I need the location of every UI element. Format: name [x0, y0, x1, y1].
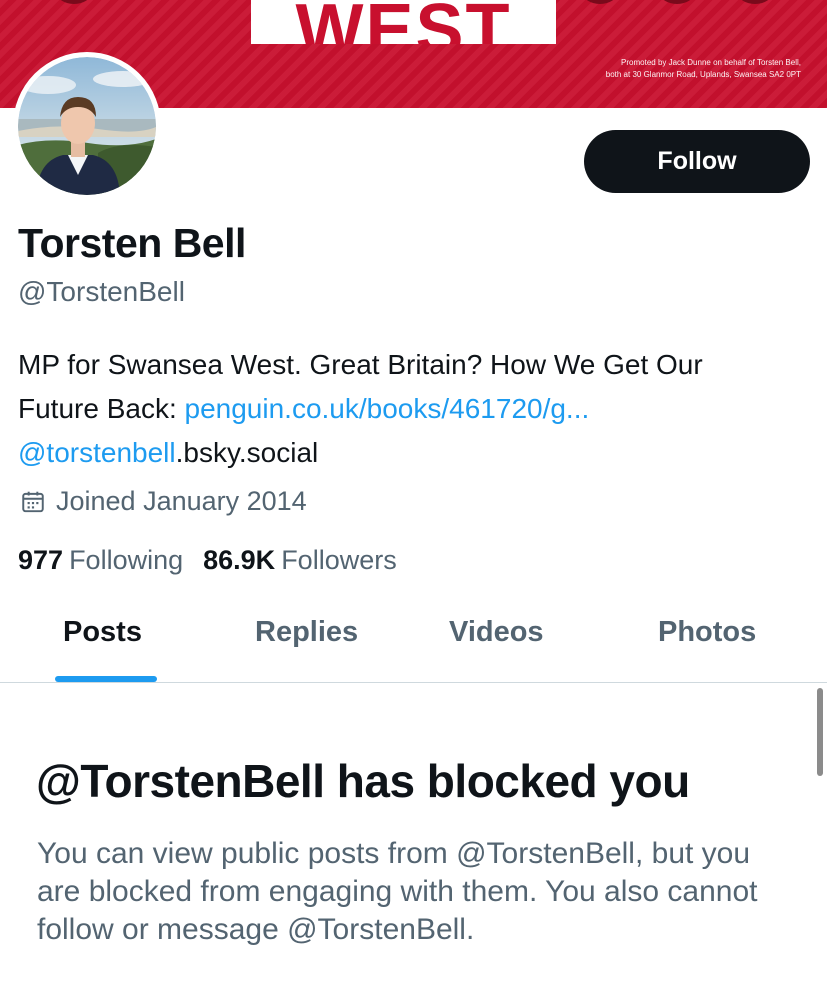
banner-promoted-line: both at 30 Glanmor Road, Uplands, Swanse… [605, 70, 801, 79]
bio-mention-link[interactable]: @torstenbell [18, 437, 176, 468]
scrollbar[interactable] [817, 688, 823, 776]
banner-promoted-text: Promoted by Jack Dunne on behalf of Tors… [541, 57, 801, 81]
bio-text: Future Back: [18, 393, 185, 424]
avatar-photo [18, 57, 156, 195]
followers-stat[interactable]: 86.9K Followers [203, 545, 397, 576]
banner-word-box: WEST [251, 0, 556, 44]
bio-line: Future Back: penguin.co.uk/books/461720/… [18, 387, 808, 431]
calendar-icon [22, 491, 44, 512]
following-count: 977 [18, 545, 64, 575]
banner-word: WEST [295, 0, 512, 44]
bio-text: .bsky.social [175, 437, 319, 468]
bio-line: MP for Swansea West. Great Britain? How … [18, 349, 703, 380]
tab-photos[interactable]: Photos [658, 616, 756, 649]
following-label: Following [69, 545, 184, 575]
joined-date: Joined January 2014 [20, 486, 307, 517]
blocked-message: You can view public posts from @TorstenB… [37, 837, 758, 946]
profile-bio: MP for Swansea West. Great Britain? How … [18, 343, 808, 475]
profile-stats: 977 Following 86.9K Followers [18, 545, 417, 576]
tab-posts[interactable]: Posts [63, 616, 142, 649]
followers-label: Followers [281, 545, 397, 575]
profile-name: Torsten Bell [18, 220, 246, 266]
banner-promoted-line: Promoted by Jack Dunne on behalf of Tors… [621, 58, 801, 67]
joined-text: Joined January 2014 [56, 486, 307, 516]
bio-link[interactable]: penguin.co.uk/books/461720/g... [185, 393, 590, 424]
following-stat[interactable]: 977 Following [18, 545, 183, 576]
blocked-title: @TorstenBell has blocked you [36, 755, 690, 807]
follow-button[interactable]: Follow [584, 130, 810, 193]
followers-count: 86.9K [203, 545, 276, 575]
tab-videos[interactable]: Videos [449, 616, 544, 649]
avatar[interactable] [13, 52, 161, 200]
profile-tabs: Posts Replies Videos Photos [0, 596, 827, 683]
active-tab-indicator [55, 676, 157, 682]
profile-handle: @TorstenBell [18, 276, 185, 307]
bio-line: @torstenbell.bsky.social [18, 431, 808, 475]
tab-replies[interactable]: Replies [255, 616, 358, 649]
